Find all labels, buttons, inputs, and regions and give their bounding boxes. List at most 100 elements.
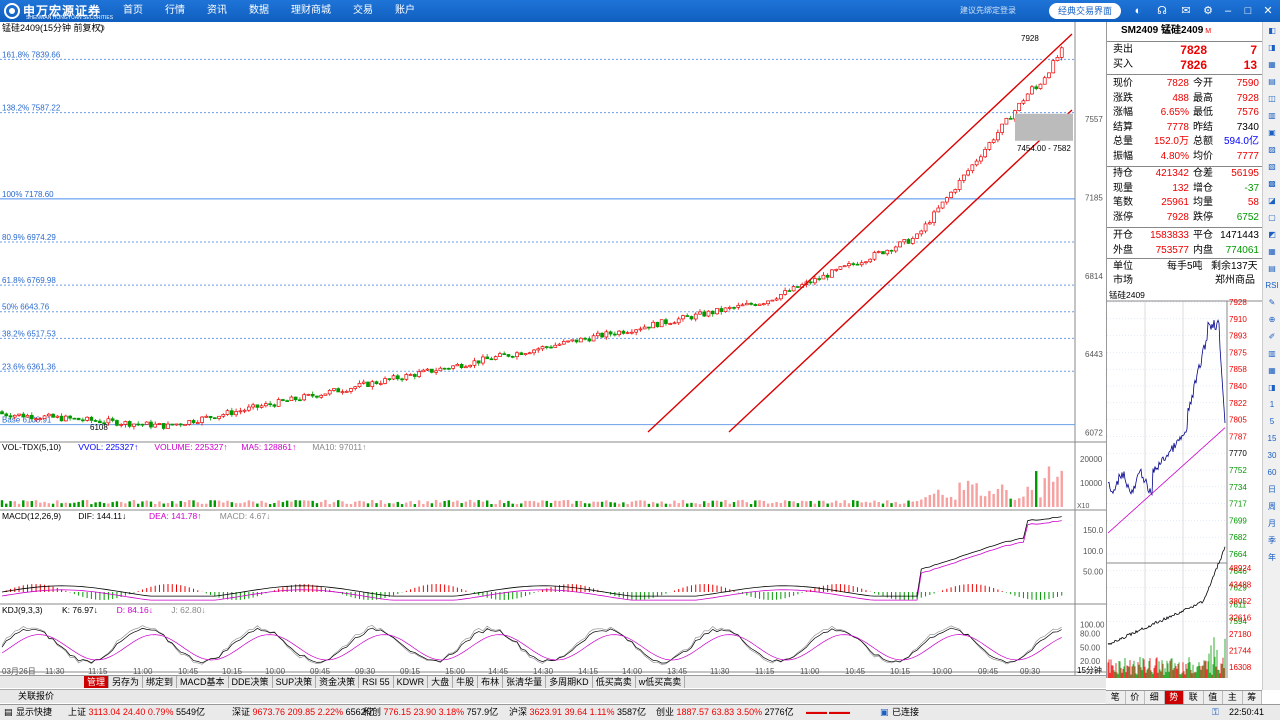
candle-body bbox=[761, 303, 766, 306]
period-button[interactable]: 5 bbox=[1263, 413, 1280, 430]
menu-item-4[interactable]: 理财商城 bbox=[280, 0, 342, 22]
toolbar-tool-icon[interactable]: ▣ bbox=[1263, 124, 1280, 141]
quote-row-value: 753577 bbox=[1155, 244, 1189, 256]
toolbar-tool-icon[interactable]: ▧ bbox=[1263, 158, 1280, 175]
quick-display-label[interactable]: 显示快捷 bbox=[16, 705, 52, 720]
indicator-tab[interactable]: 多周期KD bbox=[546, 676, 593, 688]
candle-body bbox=[553, 344, 558, 348]
index-sz[interactable]: 深证 9673.76 209.85 2.22% 6562亿 bbox=[232, 705, 375, 720]
toolbar-tool-icon[interactable]: ▦ bbox=[1263, 362, 1280, 379]
toolbar-tool-icon[interactable]: ▤ bbox=[1263, 260, 1280, 277]
mail-icon[interactable]: ✉ bbox=[1179, 4, 1193, 18]
volume-bar bbox=[128, 501, 131, 507]
menu-item-0[interactable]: 首页 bbox=[112, 0, 154, 22]
quote-tab[interactable]: 价 bbox=[1126, 691, 1145, 704]
menu-item-3[interactable]: 数据 bbox=[238, 0, 280, 22]
period-button[interactable]: 季 bbox=[1263, 532, 1280, 549]
related-quote-label[interactable]: 关联报价 bbox=[18, 691, 54, 701]
toolbar-tool-icon[interactable]: ▨ bbox=[1263, 141, 1280, 158]
candle-body bbox=[583, 337, 587, 340]
volume-bar bbox=[209, 500, 212, 507]
quote-tab[interactable]: 联 bbox=[1184, 691, 1204, 704]
related-quote-bar[interactable]: 关联报价 bbox=[0, 689, 1106, 703]
toolbar-tool-icon[interactable]: ◪ bbox=[1263, 192, 1280, 209]
period-button[interactable]: 15 bbox=[1263, 430, 1280, 447]
status-bar: ▤ 显示快捷 上证 3113.04 24.40 0.79% 5549亿 深证 9673… bbox=[0, 704, 1280, 720]
candle-body bbox=[634, 329, 638, 333]
toolbar-tool-icon[interactable]: ⊕ bbox=[1263, 311, 1280, 328]
toolbar-tool-icon[interactable]: ▥ bbox=[1263, 107, 1280, 124]
volume-bar bbox=[413, 504, 417, 507]
quote-tab[interactable]: 筹 bbox=[1243, 691, 1262, 704]
indicator-tab[interactable]: 牛股 bbox=[453, 676, 479, 688]
tick-chart-pane[interactable]: 锰硅2409 7928 7910 7893 7875 7858 7840 7822 7805 77… bbox=[1106, 288, 1263, 678]
kline-chart-svg[interactable]: 锰硅2409(15分钟 前复权) 161.8% 7839.66 138.2% 758… bbox=[0, 22, 1106, 675]
toolbar-tool-icon[interactable]: ◫ bbox=[1263, 90, 1280, 107]
indicator-tab[interactable]: 低买高卖 bbox=[593, 676, 636, 688]
toolbar-tool-icon[interactable]: ◨ bbox=[1263, 39, 1280, 56]
menu-item-1[interactable]: 行情 bbox=[154, 0, 196, 22]
indicator-tab[interactable]: MACD基本 bbox=[177, 676, 229, 688]
indicator-tab[interactable]: w低买高卖 bbox=[636, 676, 686, 688]
quote-tab[interactable]: 主 bbox=[1223, 691, 1243, 704]
indicator-tab[interactable]: DDE决策 bbox=[229, 676, 273, 688]
indicator-tab[interactable]: 绑定到 bbox=[143, 676, 178, 688]
indicator-tab[interactable]: 大盘 bbox=[428, 676, 454, 688]
mini-axis-label: 7717 bbox=[1229, 500, 1247, 509]
toolbar-tool-icon[interactable]: ▩ bbox=[1263, 175, 1280, 192]
period-button[interactable]: 月 bbox=[1263, 515, 1280, 532]
headset-icon[interactable]: ☊ bbox=[1155, 4, 1169, 18]
kline-chart-pane[interactable]: 锰硅2409(15分钟 前复权) 161.8% 7839.66 138.2% 758… bbox=[0, 22, 1106, 675]
toolbar-tool-icon[interactable]: ▥ bbox=[1263, 345, 1280, 362]
indicator-tab[interactable]: SUP决策 bbox=[273, 676, 317, 688]
toolbar-tool-icon[interactable]: ◧ bbox=[1263, 22, 1280, 39]
indicator-tab[interactable]: 管理 bbox=[84, 676, 110, 688]
quote-tab[interactable]: 值 bbox=[1204, 691, 1223, 704]
candle-body bbox=[966, 170, 970, 176]
index-sh[interactable]: 上证 3113.04 24.40 0.79% 5549亿 bbox=[68, 705, 205, 720]
toolbar-tool-icon[interactable]: ▦ bbox=[1263, 56, 1280, 73]
close-icon[interactable]: ✕ bbox=[1261, 4, 1275, 18]
period-button[interactable]: 周 bbox=[1263, 498, 1280, 515]
toolbar-tool-icon[interactable]: RSI bbox=[1263, 277, 1280, 294]
index-cy[interactable]: 创业 1887.57 63.83 3.50% 2776亿 bbox=[656, 705, 794, 720]
toolbar-tool-icon[interactable]: ✐ bbox=[1263, 328, 1280, 345]
index-kc[interactable]: 科创 776.15 23.90 3.18% 757.9亿 bbox=[363, 705, 498, 720]
period-button[interactable]: 1 bbox=[1263, 396, 1280, 413]
minimize-icon[interactable]: – bbox=[1221, 4, 1235, 18]
login-link[interactable]: 建议先绑定登录 bbox=[960, 0, 1016, 22]
menu-item-5[interactable]: 交易 bbox=[342, 0, 384, 22]
index-hs[interactable]: 沪深 3623.91 39.64 1.11% 3587亿 bbox=[509, 705, 646, 720]
theme-icon[interactable]: ◐ bbox=[1131, 4, 1145, 18]
toolbar-tool-icon[interactable]: ▢ bbox=[1263, 209, 1280, 226]
menu-item-2[interactable]: 资讯 bbox=[196, 0, 238, 22]
volume-bar bbox=[73, 502, 76, 507]
volume-bar bbox=[852, 500, 855, 507]
period-button[interactable]: 年 bbox=[1263, 549, 1280, 566]
indicator-tab[interactable]: RSI 55 bbox=[359, 676, 394, 688]
indicator-tab[interactable]: 布林 bbox=[478, 676, 504, 688]
toolbar-tool-icon[interactable]: ✎ bbox=[1263, 294, 1280, 311]
indicator-tab[interactable]: 另存为 bbox=[109, 676, 144, 688]
quick-display-icon[interactable]: ▤ bbox=[4, 705, 13, 720]
toolbar-tool-icon[interactable]: ◩ bbox=[1263, 226, 1280, 243]
period-button[interactable]: 日 bbox=[1263, 481, 1280, 498]
candle-body bbox=[327, 390, 332, 395]
toolbar-tool-icon[interactable]: ▦ bbox=[1263, 243, 1280, 260]
period-button[interactable]: 60 bbox=[1263, 464, 1280, 481]
menu-item-6[interactable]: 账户 bbox=[384, 0, 426, 22]
indicator-tab[interactable]: KDWR bbox=[394, 676, 429, 688]
indicator-tab[interactable]: 资金决策 bbox=[316, 676, 360, 688]
quote-tab[interactable]: 笔 bbox=[1106, 691, 1126, 704]
maximize-icon[interactable]: □ bbox=[1241, 4, 1255, 18]
volume-bar bbox=[226, 500, 229, 507]
tick-chart-svg[interactable]: 锰硅2409 7928 7910 7893 7875 7858 7840 7822 7805 77… bbox=[1107, 288, 1263, 678]
classic-trade-button[interactable]: 经典交易界面 bbox=[1049, 3, 1121, 19]
gear-icon[interactable]: ⚙ bbox=[1201, 4, 1215, 18]
indicator-tab[interactable]: 张清华量 bbox=[503, 676, 547, 688]
toolbar-tool-icon[interactable]: ◨ bbox=[1263, 379, 1280, 396]
toolbar-tool-icon[interactable]: ▤ bbox=[1263, 73, 1280, 90]
period-button[interactable]: 30 bbox=[1263, 447, 1280, 464]
quote-tab[interactable]: 势 bbox=[1164, 691, 1184, 704]
quote-tab[interactable]: 细 bbox=[1145, 691, 1165, 704]
